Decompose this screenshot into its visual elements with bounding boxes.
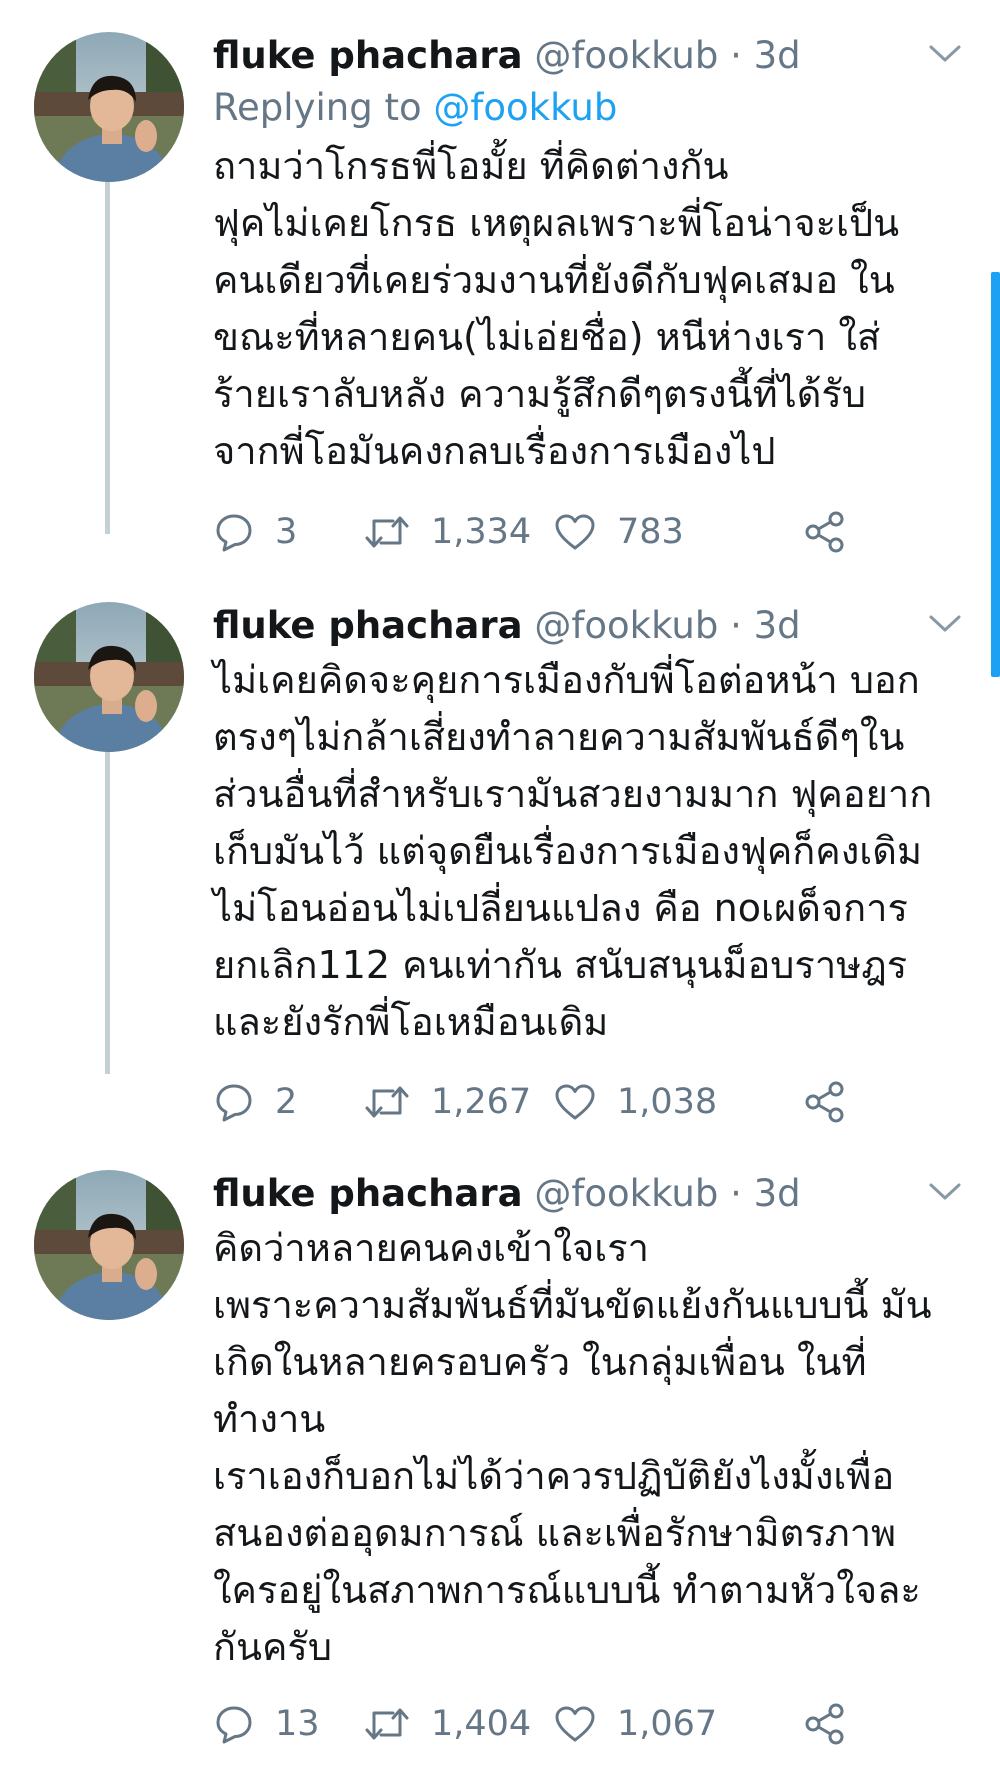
retweet-arrows-icon bbox=[365, 1086, 409, 1118]
retweet-arrows-icon bbox=[365, 516, 409, 548]
share-nodes-icon bbox=[805, 1081, 844, 1123]
tweet-text-line: ขณะที่หลายคน(ไม่เอ่ยชื่อ) หนีห่างเรา ใส่ bbox=[213, 315, 881, 359]
speech-bubble-icon bbox=[216, 514, 252, 552]
reply-count: 3 bbox=[275, 512, 298, 552]
reply-count: 2 bbox=[275, 1082, 298, 1122]
replying-to-label: Replying to bbox=[213, 86, 422, 129]
tweet-timestamp[interactable]: 3d bbox=[754, 1172, 801, 1215]
chevron-down-icon[interactable] bbox=[926, 1176, 964, 1206]
speech-bubble-icon bbox=[216, 1706, 252, 1744]
retweet-arrows-icon bbox=[365, 1708, 409, 1740]
separator-dot: · bbox=[730, 1172, 742, 1215]
tweet-text-line: เกิดในหลายครอบครัว ในกลุ่มเพื่อน ในที่ bbox=[213, 1340, 867, 1384]
chevron-down-icon[interactable] bbox=[926, 38, 964, 68]
tweet-text-line: คนเดียวที่เคยร่วมงานที่ยังดีกับฟุคเสมอ ใ… bbox=[213, 258, 895, 302]
author-name[interactable]: fluke phachara bbox=[213, 604, 523, 647]
like-count: 1,067 bbox=[617, 1704, 718, 1744]
replying-to: Replying to @fookkub bbox=[213, 80, 617, 136]
author-handle[interactable]: @fookkub bbox=[534, 604, 718, 647]
author-handle[interactable]: @fookkub bbox=[534, 34, 718, 77]
share-nodes-icon bbox=[805, 511, 844, 553]
tweet-text-line: ไม่โอนอ่อนไม่เปลี่ยนแปลง คือ noเผด็จการ bbox=[213, 886, 908, 930]
thread-connector-line bbox=[105, 752, 110, 1074]
share-nodes-icon bbox=[805, 1703, 844, 1745]
reply-mention-link[interactable]: @fookkub bbox=[433, 86, 617, 129]
retweet-count: 1,334 bbox=[431, 512, 532, 552]
thread-connector-line bbox=[105, 182, 110, 534]
author-handle[interactable]: @fookkub bbox=[534, 1172, 718, 1215]
tweet-text-line: เพราะความสัมพันธ์ที่มันขัดแย้งกันแบบนี้ … bbox=[213, 1283, 932, 1327]
tweet-text-line: ถามว่าโกรธพี่โอมั้ย ที่คิดต่างกัน bbox=[213, 144, 729, 188]
retweet-count: 1,267 bbox=[431, 1082, 532, 1122]
tweet-text-line: สนองต่ออุดมการณ์ และเพื่อรักษามิตรภาพ bbox=[213, 1511, 897, 1555]
like-button[interactable]: 1,067 bbox=[553, 1696, 717, 1752]
tweet-text-line: และยังรักพี่โอเหมือนเดิม bbox=[213, 1000, 609, 1044]
tweet-text-line: กันครับ bbox=[213, 1625, 332, 1669]
tweet-text-line: ไม่เคยคิดจะคุยการเมืองกับพี่โอต่อหน้า บอ… bbox=[213, 658, 920, 702]
tweet-actions: 13 1,404 1,067 bbox=[213, 1696, 973, 1752]
avatar[interactable] bbox=[34, 1170, 184, 1320]
separator-dot: · bbox=[730, 604, 742, 647]
author-name[interactable]: fluke phachara bbox=[213, 1172, 523, 1215]
heart-outline-icon bbox=[555, 514, 595, 550]
tweet-actions: 2 1,267 1,038 bbox=[213, 1074, 973, 1130]
retweet-button[interactable]: 1,334 bbox=[363, 504, 531, 560]
chevron-down-icon[interactable] bbox=[926, 608, 964, 638]
like-button[interactable]: 783 bbox=[553, 504, 684, 560]
separator-dot: · bbox=[730, 34, 742, 77]
tweet-header: fluke phachara @fookkub · 3d bbox=[213, 1166, 801, 1222]
reply-count: 13 bbox=[275, 1704, 320, 1744]
tweet-timestamp[interactable]: 3d bbox=[754, 604, 801, 647]
share-button[interactable] bbox=[803, 1074, 847, 1130]
avatar[interactable] bbox=[34, 602, 184, 752]
speech-bubble-icon bbox=[216, 1084, 252, 1122]
tweet-timestamp[interactable]: 3d bbox=[754, 34, 801, 77]
retweet-count: 1,404 bbox=[431, 1704, 532, 1744]
reply-button[interactable]: 13 bbox=[213, 1696, 320, 1752]
reply-button[interactable]: 2 bbox=[213, 1074, 297, 1130]
tweet-header: fluke phachara @fookkub · 3d bbox=[213, 28, 801, 84]
retweet-button[interactable]: 1,404 bbox=[363, 1696, 531, 1752]
like-button[interactable]: 1,038 bbox=[553, 1074, 717, 1130]
tweet-text-line: เราเองก็บอกไม่ได้ว่าควรปฏิบัติยังไงมั้งเ… bbox=[213, 1454, 895, 1498]
like-count: 783 bbox=[617, 512, 684, 552]
tweet-text-line: ร้ายเราลับหลัง ความรู้สึกดีๆตรงนี้ที่ได้… bbox=[213, 372, 866, 416]
tweet-text: ถามว่าโกรธพี่โอมั้ย ที่คิดต่างกัน ฟุคไม่… bbox=[213, 138, 973, 480]
tweet-text-line: ส่วนอื่นที่สำหรับเรามันสวยงามมาก ฟุคอยาก bbox=[213, 772, 933, 816]
share-button[interactable] bbox=[803, 504, 847, 560]
avatar[interactable] bbox=[34, 32, 184, 182]
tweet-text-line: จากพี่โอมันคงกลบเรื่องการเมืองไป bbox=[213, 429, 776, 473]
author-name[interactable]: fluke phachara bbox=[213, 34, 523, 77]
tweet-text: ไม่เคยคิดจะคุยการเมืองกับพี่โอต่อหน้า บอ… bbox=[213, 652, 973, 1051]
reply-button[interactable]: 3 bbox=[213, 504, 297, 560]
tweet-text-line: ยกเลิก112 คนเท่ากัน สนับสนุนม็อบราษฎร bbox=[213, 943, 908, 987]
tweet-text-line: ตรงๆไม่กล้าเสี่ยงทำลายความสัมพันธ์ดีๆใน bbox=[213, 715, 905, 759]
tweet-text-line: เก็บมันไว้ แต่จุดยืนเรื่องการเมืองฟุคก็ค… bbox=[213, 829, 922, 873]
tweet-text-line: ทำงาน bbox=[213, 1397, 326, 1441]
scrollbar-thumb[interactable] bbox=[991, 272, 1000, 677]
tweet-text: คิดว่าหลายคนคงเข้าใจเรา เพราะความสัมพันธ… bbox=[213, 1220, 973, 1676]
tweet-text-line: คิดว่าหลายคนคงเข้าใจเรา bbox=[213, 1226, 649, 1270]
retweet-button[interactable]: 1,267 bbox=[363, 1074, 531, 1130]
tweet-text-line: ฟุคไม่เคยโกรธ เหตุผลเพราะพี่โอน่าจะเป็น bbox=[213, 201, 900, 245]
share-button[interactable] bbox=[803, 1696, 847, 1752]
heart-outline-icon bbox=[555, 1084, 595, 1120]
tweet-actions: 3 1,334 783 bbox=[213, 504, 973, 560]
tweet-header: fluke phachara @fookkub · 3d bbox=[213, 598, 801, 654]
like-count: 1,038 bbox=[617, 1082, 718, 1122]
tweet-text-line: ใครอยู่ในสภาพการณ์แบบนี้ ทำตามหัวใจละ bbox=[213, 1568, 921, 1612]
heart-outline-icon bbox=[555, 1706, 595, 1742]
